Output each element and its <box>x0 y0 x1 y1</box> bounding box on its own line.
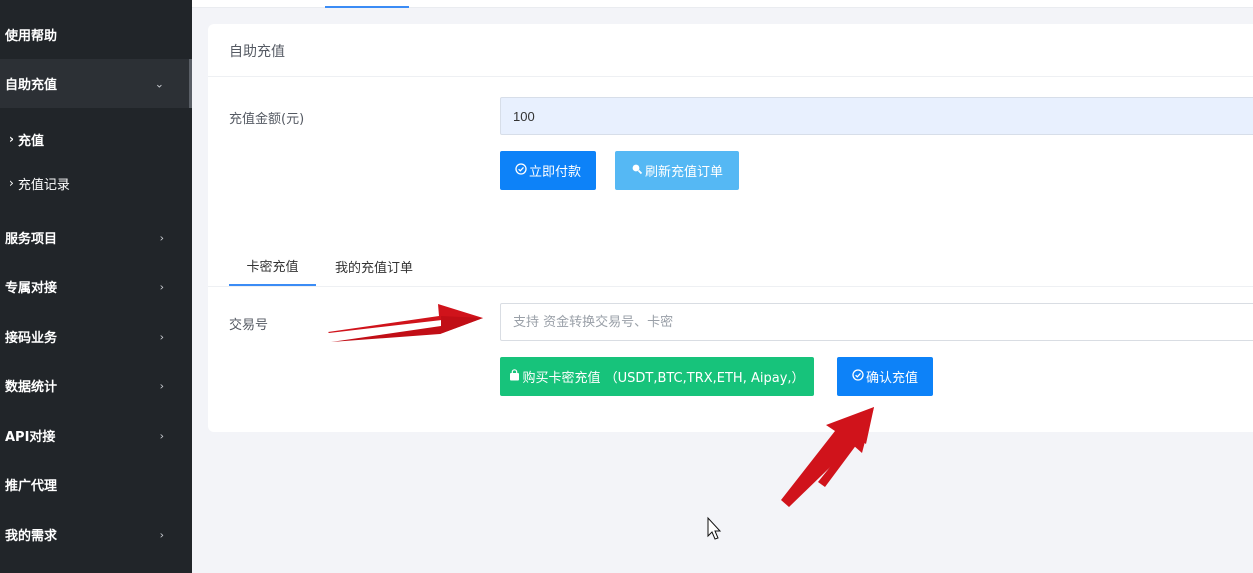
sidebar-item-api[interactable]: API对接 › <box>0 411 192 460</box>
sidebar-item-label: 我的需求 <box>5 529 58 544</box>
sidebar-subitem-recharge[interactable]: › 充值 <box>0 117 192 161</box>
sidebar-item-my-requests[interactable]: 我的需求 › <box>0 510 192 559</box>
active-tab-underline <box>325 6 409 8</box>
card-title: 自助充值 <box>229 44 285 60</box>
sidebar-item-label: 专属对接 <box>5 281 58 296</box>
transaction-label: 交易号 <box>229 318 269 333</box>
sidebar-subitem-label: 充值 <box>17 133 44 149</box>
tabs-divider <box>208 286 1253 287</box>
amount-input[interactable]: 100 <box>500 97 1253 135</box>
chevron-right-icon: › <box>159 231 164 244</box>
sidebar-subitem-recharge-records[interactable]: › 充值记录 <box>0 161 192 205</box>
refresh-orders-label: 刷新充值订单 <box>644 165 723 180</box>
transaction-input[interactable] <box>500 303 1253 341</box>
amount-value: 100 <box>513 108 535 124</box>
top-tab-bar <box>192 0 1253 8</box>
chevron-right-icon: › <box>159 429 164 442</box>
chevron-right-icon: › <box>159 528 164 541</box>
sidebar-item-label: 自助充值 <box>5 78 58 93</box>
check-circle-icon <box>515 163 527 178</box>
sidebar-item-exclusive[interactable]: 专属对接 › <box>0 262 192 311</box>
chevron-right-icon: › <box>159 280 164 293</box>
sidebar-item-sms-code[interactable]: 接码业务 › <box>0 312 192 361</box>
buy-card-label: 购买卡密充值 （USDT,BTC,TRX,ETH, Aipay,） <box>522 371 805 386</box>
confirm-recharge-button[interactable]: 确认充值 <box>837 357 933 396</box>
sidebar-item-label: 接码业务 <box>5 331 58 346</box>
sidebar-item-self-recharge[interactable]: 自助充值 ⌄ <box>0 59 192 108</box>
buy-card-button[interactable]: 购买卡密充值 （USDT,BTC,TRX,ETH, Aipay,） <box>500 357 814 396</box>
pay-now-label: 立即付款 <box>528 165 581 180</box>
tab-my-orders[interactable]: 我的充值订单 <box>324 246 424 286</box>
pay-now-button[interactable]: 立即付款 <box>500 151 596 190</box>
chevron-right-icon: › <box>159 330 164 343</box>
sidebar-item-statistics[interactable]: 数据统计 › <box>0 361 192 410</box>
sidebar-subitem-label: 充值记录 <box>17 177 70 193</box>
search-icon <box>631 163 643 178</box>
chevron-right-icon: › <box>159 379 164 392</box>
sidebar-item-label: 服务项目 <box>5 232 58 247</box>
sidebar-item-services[interactable]: 服务项目 › <box>0 213 192 262</box>
confirm-recharge-label: 确认充值 <box>865 371 918 386</box>
chevron-right-icon: › <box>9 176 14 190</box>
chevron-right-icon: › <box>9 132 14 146</box>
sidebar-item-label: 使用帮助 <box>5 29 58 44</box>
sidebar: 使用帮助 自助充值 ⌄ › 充值 › 充值记录 服务项目 › 专属对接 › 接码… <box>0 0 192 573</box>
shopping-bag-icon <box>509 369 520 384</box>
mouse-cursor-icon <box>707 516 722 540</box>
sidebar-item-label: 数据统计 <box>5 380 58 395</box>
sidebar-item-help[interactable]: 使用帮助 <box>0 10 192 59</box>
sidebar-item-label: API对接 <box>5 430 56 445</box>
sidebar-item-label: 推广代理 <box>5 479 58 494</box>
tab-label: 卡密充值 <box>246 259 299 275</box>
amount-label: 充值金额(元) <box>229 112 305 127</box>
tab-label: 我的充值订单 <box>334 260 413 276</box>
refresh-orders-button[interactable]: 刷新充值订单 <box>615 151 739 190</box>
sidebar-item-agent[interactable]: 推广代理 <box>0 460 192 509</box>
divider <box>208 76 1253 77</box>
recharge-card: 自助充值 充值金额(元) 100 立即付款 刷新充值订单 卡密充值 我的充值订单… <box>208 24 1253 432</box>
check-circle-icon <box>852 369 864 384</box>
chevron-down-icon: ⌄ <box>154 77 164 90</box>
tab-card-recharge[interactable]: 卡密充值 <box>229 246 316 286</box>
